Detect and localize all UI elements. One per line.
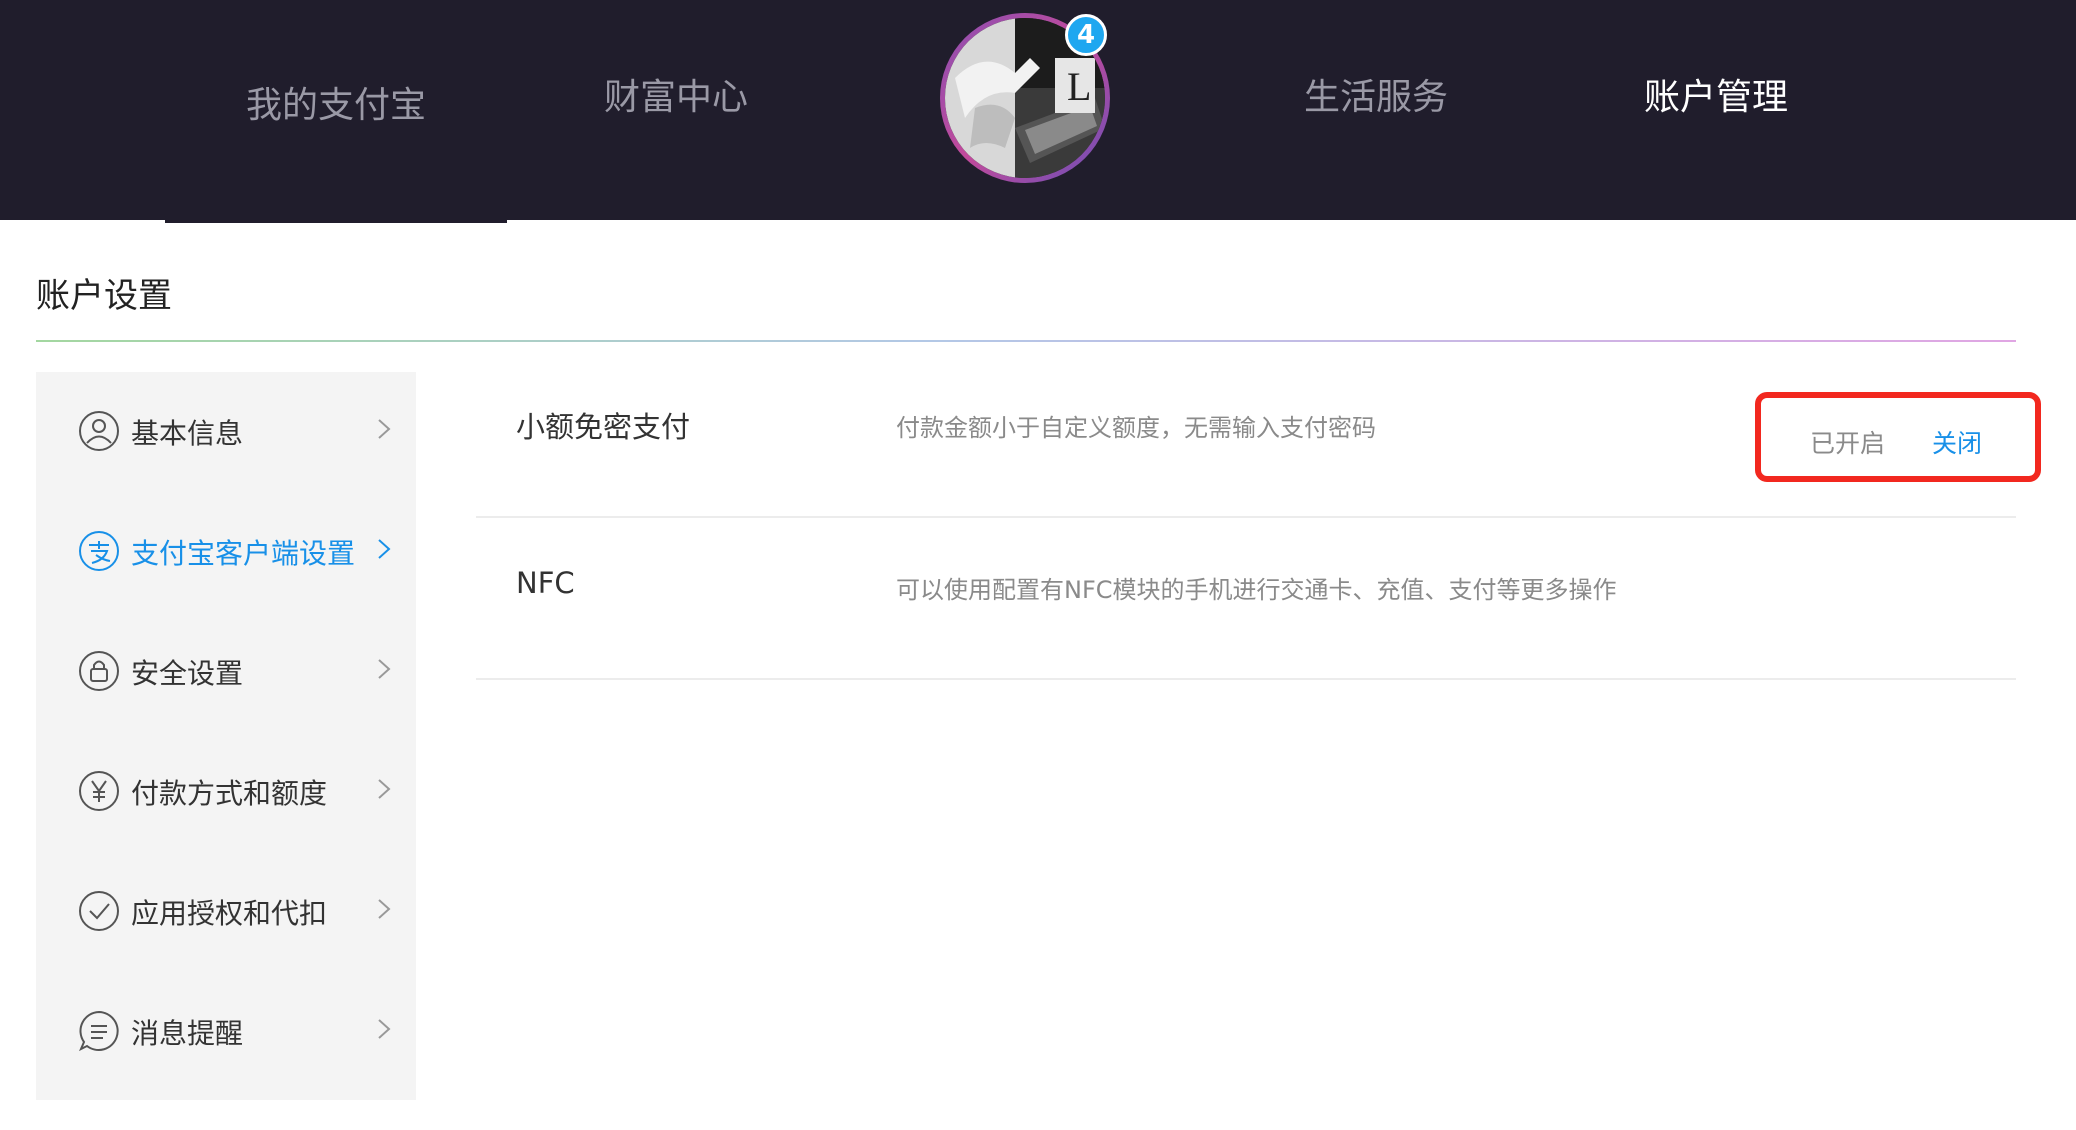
sidebar-item-label: 消息提醒 — [131, 1017, 244, 1050]
chevron-right-icon — [374, 654, 394, 684]
chevron-right-icon — [374, 774, 394, 804]
svg-text:L: L — [1067, 64, 1091, 109]
sidebar-item-notifications[interactable]: 消息提醒 — [36, 972, 416, 1092]
sidebar-item-payment-methods[interactable]: 付款方式和额度 — [36, 732, 416, 852]
alipay-icon — [78, 530, 120, 572]
chevron-right-icon — [374, 414, 394, 444]
check-icon — [78, 890, 120, 932]
chevron-right-icon — [374, 534, 394, 564]
setting-description: 可以使用配置有NFC模块的手机进行交通卡、充值、支付等更多操作 — [896, 576, 1617, 604]
setting-row-nfc: NFC 可以使用配置有NFC模块的手机进行交通卡、充值、支付等更多操作 — [476, 520, 2016, 680]
user-icon — [78, 410, 120, 452]
setting-description: 付款金额小于自定义额度，无需输入支付密码 — [896, 414, 1376, 442]
settings-sidebar: 基本信息 支付宝客户端设置 安全设置 付款方式和额度 应用授权和代扣 消息提醒 — [36, 372, 416, 1100]
sidebar-item-label: 安全设置 — [131, 657, 244, 690]
chevron-right-icon — [374, 1014, 394, 1044]
sidebar-item-app-authorization[interactable]: 应用授权和代扣 — [36, 852, 416, 972]
status-enabled-text: 已开启 — [1810, 429, 1886, 458]
page-title: 账户设置 — [36, 276, 172, 316]
top-nav-bar: 我的支付宝 财富中心 生活服务 账户管理 L 4 — [0, 0, 2076, 220]
setting-name: NFC — [516, 566, 575, 600]
highlight-annotation-box — [1755, 392, 2041, 482]
nav-tab-wealth-center[interactable]: 财富中心 — [604, 68, 748, 128]
sidebar-item-security[interactable]: 安全设置 — [36, 612, 416, 732]
sidebar-item-label: 应用授权和代扣 — [131, 897, 328, 930]
nav-tab-my-alipay[interactable]: 我的支付宝 — [246, 76, 426, 136]
sidebar-item-label: 付款方式和额度 — [131, 777, 328, 810]
sidebar-item-client-settings[interactable]: 支付宝客户端设置 — [36, 492, 416, 612]
nav-tab-life-services[interactable]: 生活服务 — [1304, 68, 1448, 128]
nav-active-underline — [165, 218, 507, 223]
sidebar-item-label: 基本信息 — [131, 417, 244, 450]
chevron-right-icon — [374, 894, 394, 924]
nav-tab-account-management[interactable]: 账户管理 — [1644, 68, 1788, 128]
lock-icon — [78, 650, 120, 692]
notification-badge[interactable]: 4 — [1065, 14, 1107, 56]
sidebar-item-basic-info[interactable]: 基本信息 — [36, 372, 416, 492]
yen-icon — [78, 770, 120, 812]
setting-name: 小额免密支付 — [516, 410, 691, 444]
disable-link[interactable]: 关闭 — [1932, 424, 1982, 460]
message-icon — [78, 1010, 120, 1052]
title-divider — [36, 340, 2016, 342]
sidebar-item-label: 支付宝客户端设置 — [131, 537, 356, 570]
